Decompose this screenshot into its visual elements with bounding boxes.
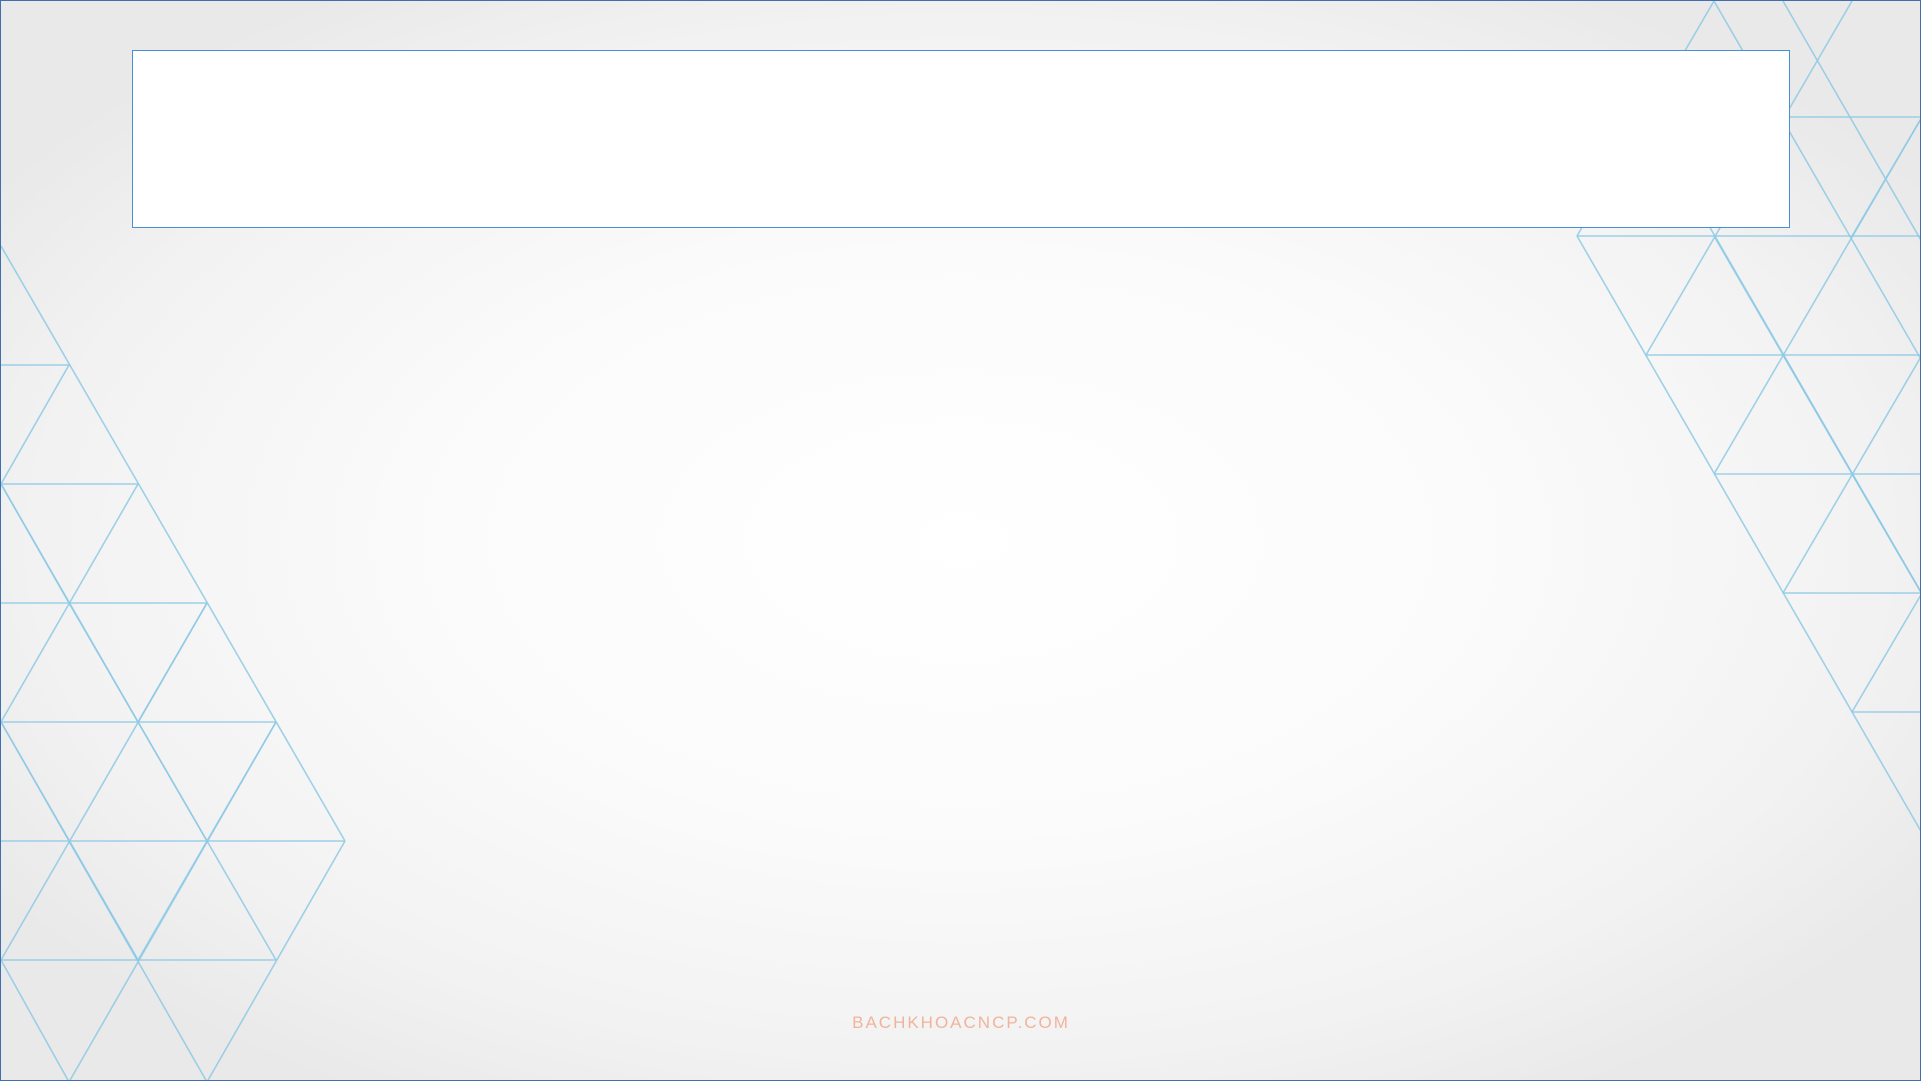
footer-watermark: BACHKHOACNCP.COM: [852, 1013, 1070, 1032]
slide-canvas: BACHKHOACNCP.COM: [0, 0, 1921, 1081]
title-placeholder-box[interactable]: [132, 50, 1790, 228]
